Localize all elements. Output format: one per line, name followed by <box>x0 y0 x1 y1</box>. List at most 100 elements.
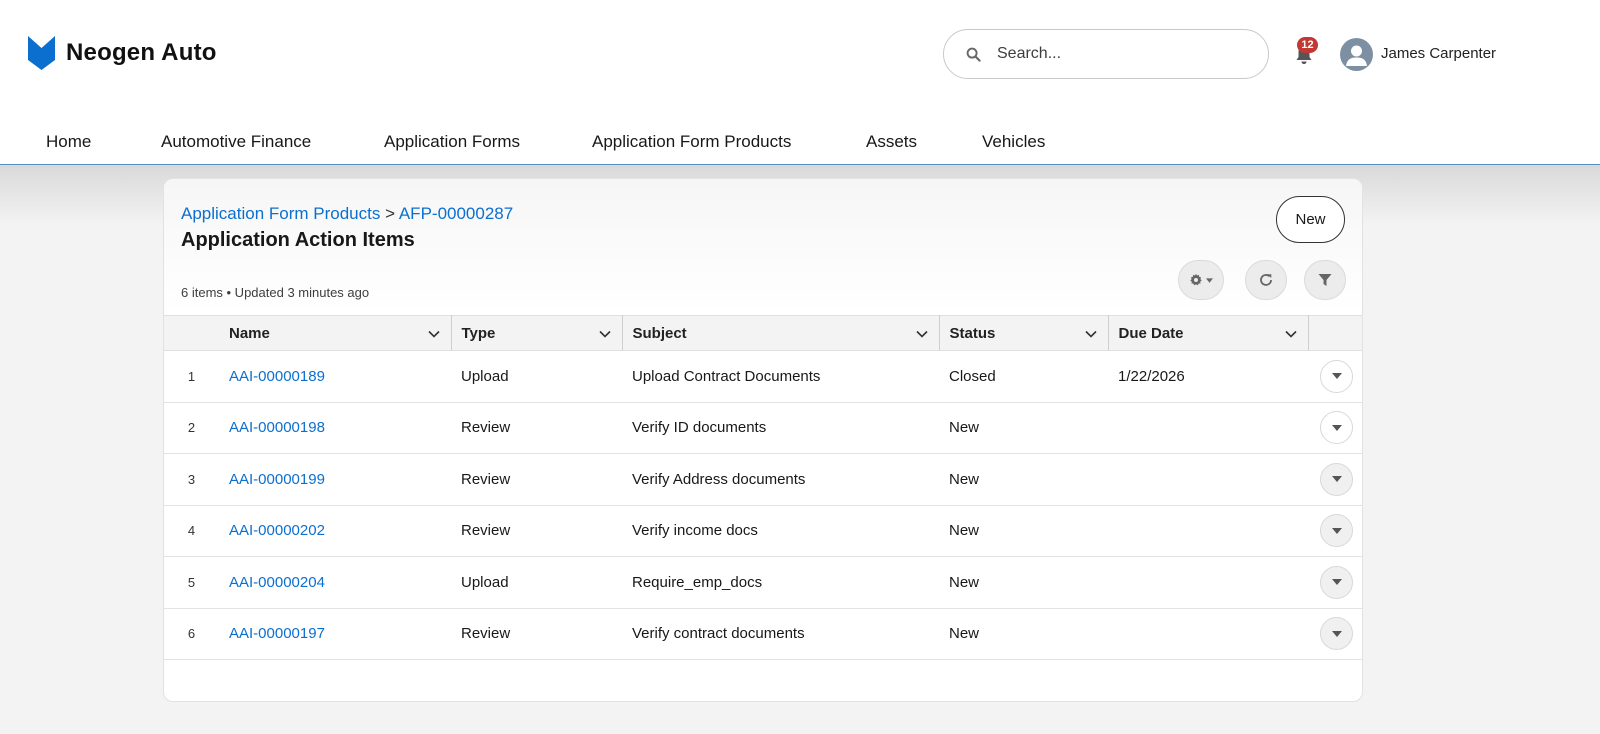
row-number: 4 <box>164 505 219 557</box>
chevron-down-icon <box>1331 630 1342 637</box>
global-header: Neogen Auto 12 James Carpenter Home Auto… <box>0 0 1600 165</box>
row-actions-button[interactable] <box>1320 514 1353 548</box>
nav-item-automotive-finance[interactable]: Automotive Finance <box>161 132 311 152</box>
subject-cell: Upload Contract Documents <box>622 350 939 403</box>
record-name-link[interactable]: AAI-00000197 <box>229 625 325 642</box>
record-name-link[interactable]: AAI-00000199 <box>229 471 325 488</box>
nav-item-application-form-products[interactable]: Application Form Products <box>592 132 791 152</box>
row-number-header <box>164 315 219 351</box>
status-cell: New <box>939 608 1108 660</box>
record-name-link[interactable]: AAI-00000189 <box>229 368 325 385</box>
chevron-down-icon <box>1331 424 1342 431</box>
type-cell: Review <box>451 505 622 557</box>
row-number: 6 <box>164 608 219 660</box>
table-row: 5 AAI-00000204 Upload Require_emp_docs N… <box>164 556 1362 609</box>
nav-item-application-forms[interactable]: Application Forms <box>384 132 520 152</box>
subject-cell: Verify income docs <box>622 505 939 557</box>
notification-count-badge: 12 <box>1297 37 1318 53</box>
list-meta: 6 items • Updated 3 minutes ago <box>181 285 370 300</box>
table-header-row: Name Type Subject Status Due Date <box>164 315 1362 351</box>
subject-cell: Require_emp_docs <box>622 556 939 609</box>
breadcrumb-record-link[interactable]: AFP-00000287 <box>399 204 513 223</box>
related-list-card: Application Form Products > AFP-00000287… <box>163 178 1363 702</box>
shield-logo-icon <box>28 36 55 70</box>
nav-item-vehicles[interactable]: Vehicles <box>982 132 1045 152</box>
chevron-down-icon <box>1331 527 1342 534</box>
column-header-label: Type <box>461 324 496 342</box>
action-items-table: Name Type Subject Status Due Date 1 AAI-… <box>164 315 1362 660</box>
row-actions-header <box>1308 315 1362 351</box>
row-number: 5 <box>164 556 219 609</box>
nav-bar: Home Automotive Finance Application Form… <box>0 128 1600 165</box>
due-date-cell <box>1108 556 1308 609</box>
nav-item-assets[interactable]: Assets <box>866 132 917 152</box>
column-header-type[interactable]: Type <box>451 315 623 351</box>
chevron-down-icon <box>1331 476 1342 483</box>
subject-cell: Verify ID documents <box>622 402 939 454</box>
row-actions-button[interactable] <box>1320 411 1353 445</box>
refresh-button[interactable] <box>1245 260 1287 300</box>
subject-cell: Verify Address documents <box>622 453 939 506</box>
chevron-down-icon[interactable] <box>915 327 929 341</box>
nav-item-home[interactable]: Home <box>46 132 91 152</box>
table-row: 6 AAI-00000197 Review Verify contract do… <box>164 608 1362 660</box>
row-number: 3 <box>164 453 219 506</box>
filter-icon <box>1318 274 1332 286</box>
due-date-cell <box>1108 402 1308 454</box>
column-header-name[interactable]: Name <box>219 315 452 351</box>
table-row: 2 AAI-00000198 Review Verify ID document… <box>164 402 1362 454</box>
column-header-due-date[interactable]: Due Date <box>1108 315 1309 351</box>
record-name-link[interactable]: AAI-00000202 <box>229 522 325 539</box>
column-header-label: Name <box>229 324 270 342</box>
column-header-label: Status <box>949 324 996 342</box>
app-name: Neogen Auto <box>66 39 217 66</box>
user-name[interactable]: James Carpenter <box>1381 45 1496 62</box>
table-row: 4 AAI-00000202 Review Verify income docs… <box>164 505 1362 557</box>
due-date-cell <box>1108 608 1308 660</box>
subject-cell: Verify contract documents <box>622 608 939 660</box>
status-cell: New <box>939 556 1108 609</box>
gear-icon <box>1190 273 1202 286</box>
user-avatar[interactable] <box>1340 38 1373 71</box>
table-row: 1 AAI-00000189 Upload Upload Contract Do… <box>164 350 1362 403</box>
type-cell: Review <box>451 608 622 660</box>
search-icon <box>966 47 981 62</box>
new-button[interactable]: New <box>1276 196 1345 243</box>
list-settings-button[interactable] <box>1178 260 1224 300</box>
global-search[interactable] <box>943 29 1269 79</box>
due-date-cell <box>1108 505 1308 557</box>
column-header-label: Subject <box>632 324 687 342</box>
chevron-down-icon[interactable] <box>598 327 612 341</box>
chevron-down-icon[interactable] <box>1284 327 1298 341</box>
user-icon <box>1346 45 1367 66</box>
type-cell: Upload <box>451 556 622 609</box>
breadcrumb-separator: > <box>385 204 396 223</box>
row-actions-button[interactable] <box>1320 359 1353 393</box>
due-date-cell: 1/22/2026 <box>1108 350 1308 403</box>
status-cell: New <box>939 505 1108 557</box>
filter-button[interactable] <box>1304 260 1346 300</box>
status-cell: New <box>939 402 1108 454</box>
chevron-down-icon[interactable] <box>1084 327 1098 341</box>
status-cell: New <box>939 453 1108 506</box>
refresh-icon <box>1260 274 1272 286</box>
chevron-down-icon[interactable] <box>427 327 441 341</box>
record-name-link[interactable]: AAI-00000204 <box>229 574 325 591</box>
row-actions-button[interactable] <box>1320 462 1353 496</box>
row-number: 1 <box>164 350 219 403</box>
list-header: Application Form Products > AFP-00000287… <box>164 179 1362 315</box>
chevron-down-icon <box>1206 277 1213 283</box>
row-actions-button[interactable] <box>1320 565 1353 599</box>
breadcrumb-parent-link[interactable]: Application Form Products <box>181 204 380 223</box>
due-date-cell <box>1108 453 1308 506</box>
row-number: 2 <box>164 402 219 454</box>
search-input[interactable] <box>997 45 1237 63</box>
app-logo[interactable]: Neogen Auto <box>28 36 217 70</box>
record-name-link[interactable]: AAI-00000198 <box>229 419 325 436</box>
row-actions-button[interactable] <box>1320 617 1353 651</box>
column-header-subject[interactable]: Subject <box>622 315 940 351</box>
column-header-status[interactable]: Status <box>939 315 1109 351</box>
chevron-down-icon <box>1331 373 1342 380</box>
type-cell: Review <box>451 402 622 454</box>
page-title: Application Action Items <box>181 229 415 251</box>
